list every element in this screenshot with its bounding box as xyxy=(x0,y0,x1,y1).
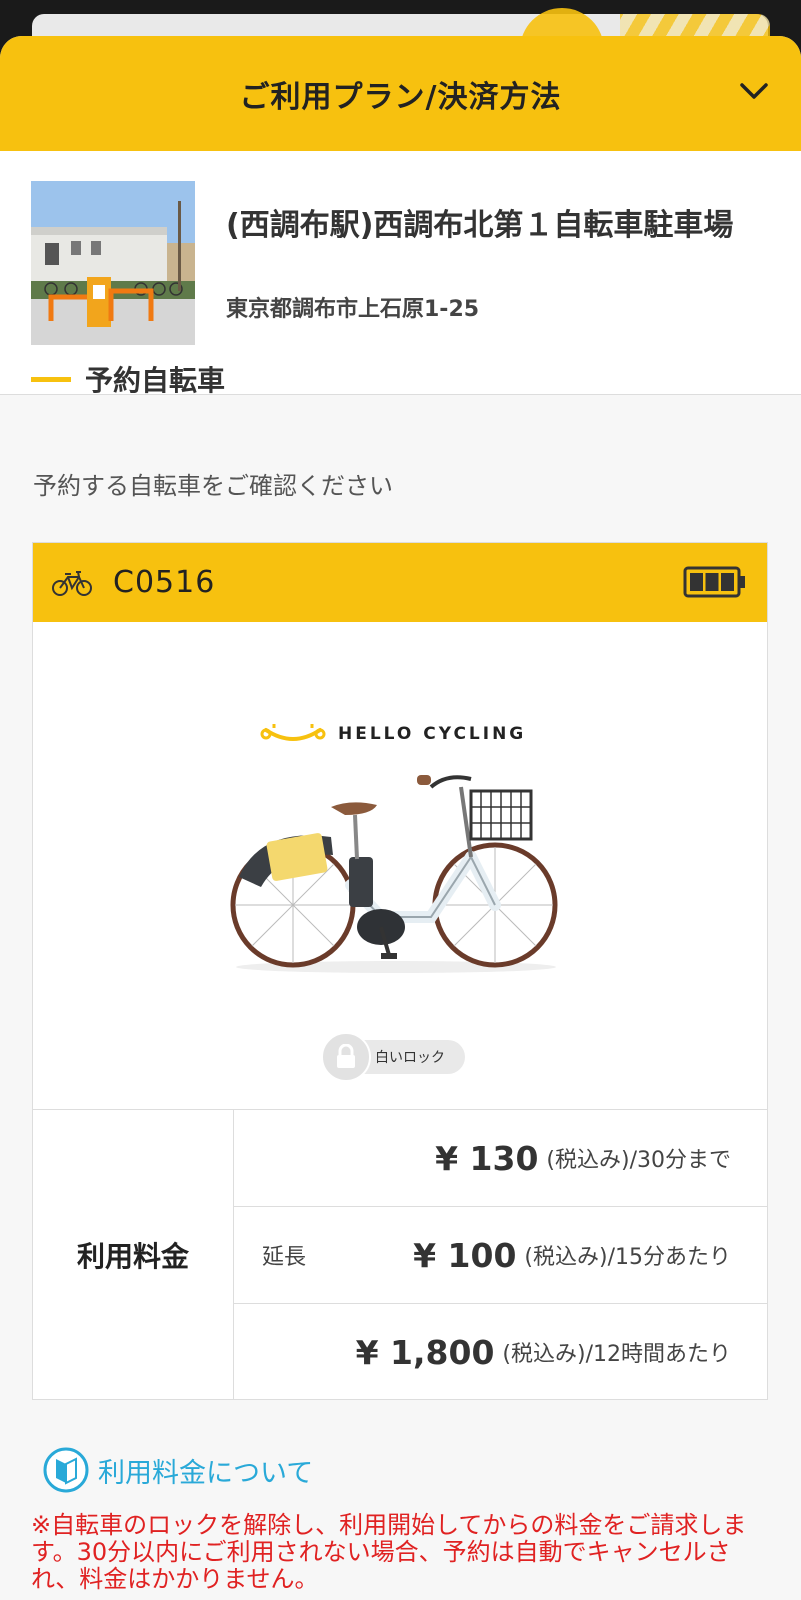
beginner-mark-icon xyxy=(43,1447,89,1493)
chevron-down-icon[interactable] xyxy=(737,74,771,108)
price-row: ¥ 130 (税込み)/30分まで xyxy=(234,1110,767,1207)
section-header: 予約自転車 xyxy=(31,359,225,399)
pricing-label: 利用料金 xyxy=(33,1110,234,1400)
price-unit: (税込み)/15分あたり xyxy=(524,1245,731,1270)
lock-label: 白いロック xyxy=(375,1050,445,1066)
price-amount: ¥ 1,800 xyxy=(355,1332,495,1372)
price-amount: ¥ 130 xyxy=(435,1138,539,1178)
bicycle-photo xyxy=(230,775,558,973)
bottom-sheet: ご利用プラン/決済方法 (西調布駅)西調布北第１自転車駐車場 東京都調布市上石原… xyxy=(0,36,801,1600)
lock-badge: 白いロック xyxy=(321,1032,465,1082)
price-unit: (税込み)/30分まで xyxy=(546,1148,731,1173)
brand-name: HELLO CYCLING xyxy=(338,724,527,744)
battery-icon xyxy=(683,566,745,598)
sheet-header[interactable]: ご利用プラン/決済方法 xyxy=(0,36,801,151)
extension-label: 延長 xyxy=(262,1245,307,1270)
bike-id: C0516 xyxy=(113,565,216,600)
bike-image-area: HELLO CYCLING 白いロック xyxy=(33,622,767,1110)
pricing-info-link[interactable]: 利用料金について xyxy=(42,1446,313,1494)
station-info: (西調布駅)西調布北第１自転車駐車場 東京都調布市上石原1-25 予約自転車 xyxy=(0,151,801,397)
station-name: (西調布駅)西調布北第１自転車駐車場 xyxy=(226,208,734,243)
smile-logo-icon xyxy=(260,724,326,741)
pricing-info-link-text: 利用料金について xyxy=(98,1457,314,1489)
pricing-rows: ¥ 130 (税込み)/30分まで 延長 ¥ 100 (税込み)/15分あたり … xyxy=(234,1110,767,1400)
price-row: 延長 ¥ 100 (税込み)/15分あたり xyxy=(234,1207,767,1304)
price-row: ¥ 1,800 (税込み)/12時間あたり xyxy=(234,1304,767,1400)
price-unit: (税込み)/12時間あたり xyxy=(502,1342,731,1367)
bike-card-header: C0516 xyxy=(33,543,767,622)
bike-card[interactable]: C0516 HELLO CYCLING 白いロック 利用料金 ¥ 130 (税込… xyxy=(32,542,768,1400)
bicycle-icon xyxy=(52,570,92,596)
confirm-instruction: 予約する自転車をご確認ください xyxy=(33,472,393,500)
hello-cycling-logo: HELLO CYCLING xyxy=(260,722,526,746)
price-amount: ¥ 100 xyxy=(413,1235,517,1275)
lock-icon xyxy=(321,1032,371,1082)
section-accent-bar xyxy=(31,376,71,382)
section-title: 予約自転車 xyxy=(85,364,226,397)
pricing-table: 利用料金 ¥ 130 (税込み)/30分まで 延長 ¥ 100 (税込み)/15… xyxy=(33,1110,767,1400)
station-photo xyxy=(31,181,195,345)
station-address: 東京都調布市上石原1-25 xyxy=(226,297,480,322)
sheet-title: ご利用プラン/決済方法 xyxy=(239,79,562,115)
reservation-notice: ※自転車のロックを解除し、利用開始してからの料金をご請求します。30分以内にご利… xyxy=(31,1511,747,1593)
